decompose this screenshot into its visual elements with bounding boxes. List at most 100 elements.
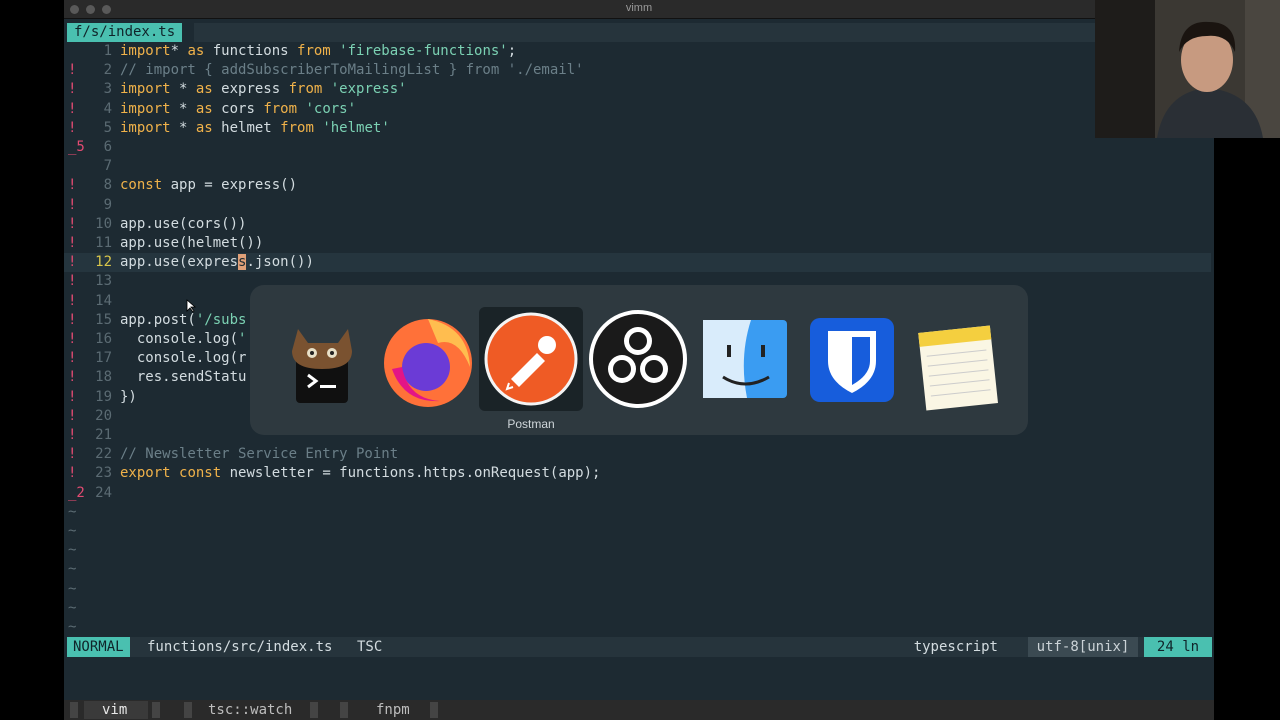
app-finder[interactable] xyxy=(693,307,797,411)
terminal-cat-icon xyxy=(292,329,352,403)
code-line[interactable]: 1 import* as functions from 'firebase-fun… xyxy=(64,42,1214,61)
git-sign: ! xyxy=(68,254,77,271)
code-text: import * as cors from 'cors' xyxy=(120,100,357,117)
empty-line-tilde: ~ xyxy=(68,599,77,616)
line-number: 22 xyxy=(95,446,112,463)
git-sign: ! xyxy=(68,446,77,463)
selected-app-label: Postman xyxy=(507,417,555,431)
line-number: 1 xyxy=(103,43,112,59)
line-number: 2 xyxy=(103,62,112,79)
code-text: }) xyxy=(120,388,137,405)
line-number: 17 xyxy=(95,350,112,367)
line-number: 4 xyxy=(103,100,112,117)
git-sign: ! xyxy=(68,331,77,347)
tmux-separator xyxy=(184,702,192,718)
code-text: import* as functions from 'firebase-func… xyxy=(120,43,517,59)
empty-line-tilde: ~ xyxy=(68,619,77,635)
code-line[interactable]: ! 8 const app = express() xyxy=(64,176,1214,195)
git-sign: ! xyxy=(68,196,77,213)
line-number: 12 xyxy=(95,254,112,271)
code-line[interactable]: 7 xyxy=(64,157,1214,176)
git-sign: _2 xyxy=(68,484,85,501)
code-text: app.use(cors()) xyxy=(120,215,247,232)
line-number: 5 xyxy=(103,119,112,136)
line-number: 20 xyxy=(95,407,112,424)
code-line[interactable]: ! 3 import * as express from 'express' xyxy=(64,80,1214,99)
git-sign: ! xyxy=(68,119,77,136)
code-text: import * as helmet from 'helmet' xyxy=(120,119,390,136)
mode-indicator: NORMAL xyxy=(67,637,130,657)
git-sign: ! xyxy=(68,177,77,194)
app-firefox[interactable] xyxy=(378,307,482,411)
postman-icon xyxy=(484,312,578,406)
code-text: console.log(' xyxy=(120,331,247,347)
tmux-separator xyxy=(152,702,160,718)
code-line[interactable]: ! 23 export const newsletter = functions.h… xyxy=(64,464,1214,483)
finder-icon xyxy=(703,320,787,398)
code-text: app.use(helmet()) xyxy=(120,235,264,251)
git-sign: ! xyxy=(68,235,77,251)
status-filename: functions/src/index.ts xyxy=(147,639,333,655)
tmux-tab-vim[interactable]: vim xyxy=(102,700,127,720)
code-line[interactable]: ! 11 app.use(helmet()) xyxy=(64,234,1214,253)
line-number: 14 xyxy=(95,292,112,309)
line-number: 6 xyxy=(103,139,112,155)
code-line[interactable]: _2 24 xyxy=(64,484,1214,503)
line-number: 13 xyxy=(95,273,112,290)
webcam-overlay xyxy=(1095,0,1280,138)
line-number: 24 xyxy=(95,484,112,501)
empty-line-tilde: ~ xyxy=(68,523,77,539)
line-number: 15 xyxy=(95,311,112,328)
git-sign: ! xyxy=(68,100,77,117)
code-line[interactable]: ! 9 xyxy=(64,196,1214,215)
code-text: app.use(express.json()) xyxy=(120,254,314,271)
status-tsc: TSC xyxy=(357,639,383,655)
code-text: export const newsletter = functions.http… xyxy=(120,465,601,482)
buffer-tab[interactable]: f/s/index.ts xyxy=(67,23,183,42)
firefox-icon xyxy=(384,319,472,407)
code-line[interactable]: ! 22 // Newsletter Service Entry Point xyxy=(64,445,1214,464)
code-line[interactable]: ! 10 app.use(cors()) xyxy=(64,215,1214,234)
app-bitwarden[interactable] xyxy=(800,307,904,411)
tmux-separator xyxy=(340,702,348,718)
tmux-separator xyxy=(70,702,78,718)
code-line[interactable]: ! 12 app.use(express.json()) xyxy=(64,253,1211,273)
line-number: 3 xyxy=(103,81,112,98)
line-number: 19 xyxy=(95,388,112,405)
code-line[interactable]: ! 5 import * as helmet from 'helmet' xyxy=(64,119,1214,138)
git-sign: ! xyxy=(68,350,77,367)
line-number: 9 xyxy=(103,196,112,213)
git-sign: ! xyxy=(68,273,77,290)
empty-line-tilde: ~ xyxy=(68,503,77,520)
obs-icon xyxy=(589,310,687,408)
code-line[interactable]: ! 2 // import { addSubscriberToMailingList… xyxy=(64,61,1214,80)
status-encoding: utf-8[unix] xyxy=(1028,637,1138,657)
code-text: app.post('/subs xyxy=(120,311,247,328)
git-sign: ! xyxy=(68,62,77,79)
titlebar: vimm xyxy=(64,0,1214,19)
line-number: 7 xyxy=(103,158,112,175)
bitwarden-icon xyxy=(810,318,894,402)
webcam-person-image xyxy=(1095,0,1280,138)
tabline xyxy=(194,23,1214,42)
line-number: 18 xyxy=(95,369,112,386)
code-text: res.sendStatu xyxy=(120,369,247,386)
app-obs[interactable] xyxy=(586,307,690,411)
git-sign: ! xyxy=(68,407,77,424)
tmux-tab-fnpm[interactable]: fnpm xyxy=(376,700,410,720)
app-terminal-cat[interactable] xyxy=(272,307,376,411)
line-number: 16 xyxy=(95,331,112,347)
code-text: // Newsletter Service Entry Point xyxy=(120,446,399,463)
notes-icon xyxy=(918,325,998,411)
app-notes[interactable] xyxy=(906,307,1010,411)
tmux-statusbar: vim tsc::watch fnpm xyxy=(64,700,1214,720)
app-postman[interactable] xyxy=(479,307,583,411)
git-sign: ! xyxy=(68,427,77,443)
tmux-tab-tsc-watch[interactable]: tsc::watch xyxy=(208,700,292,720)
code-line[interactable]: _5 6 xyxy=(64,138,1214,157)
git-sign: ! xyxy=(68,465,77,482)
git-sign: ! xyxy=(68,215,77,232)
statusline: NORMAL functions/src/index.ts TSC typesc… xyxy=(67,637,1212,657)
tmux-separator xyxy=(310,702,318,718)
code-line[interactable]: ! 4 import * as cors from 'cors' xyxy=(64,100,1214,119)
